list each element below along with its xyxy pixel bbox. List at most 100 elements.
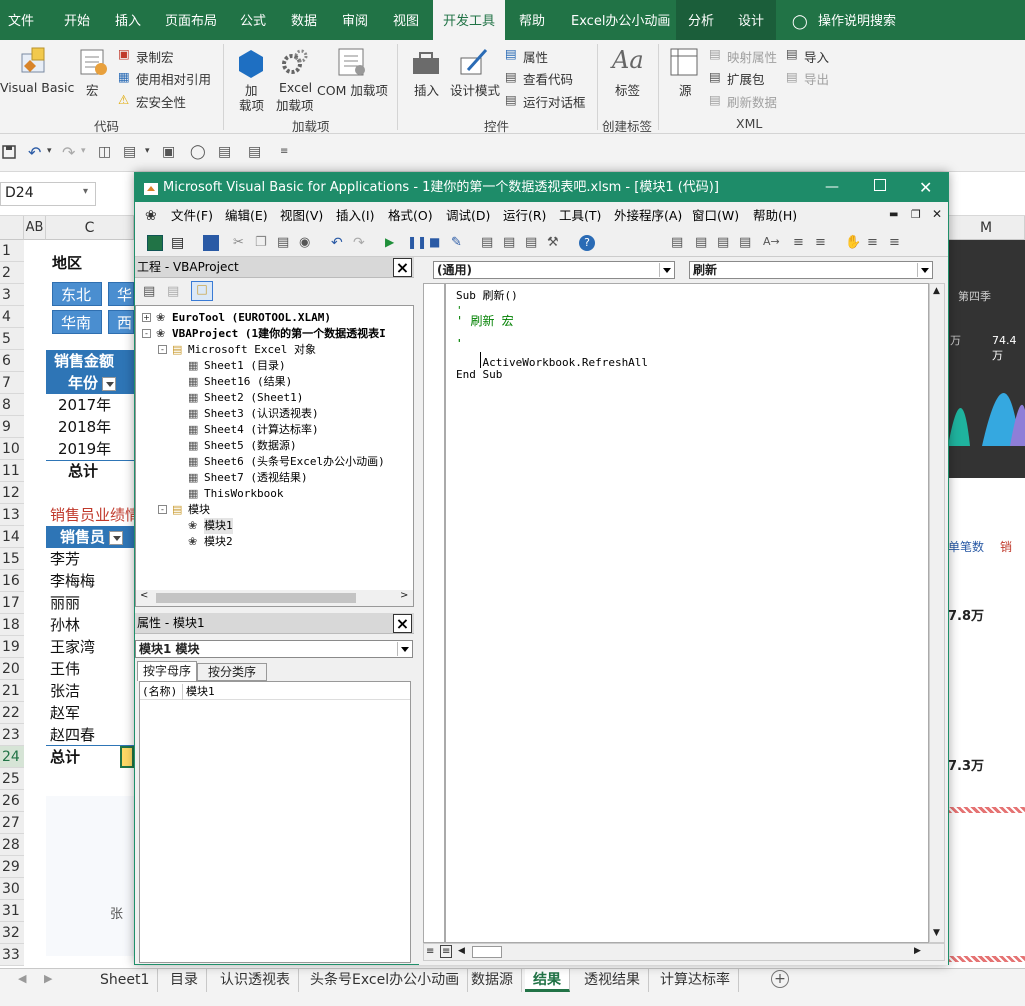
selected-cell[interactable] — [120, 746, 134, 768]
scroll-thumb[interactable] — [472, 946, 502, 958]
tab-file[interactable]: 文件 — [8, 0, 34, 40]
sheet-tab[interactable]: 目录 — [162, 969, 207, 992]
row-header[interactable]: 14 — [0, 526, 24, 548]
tree-item[interactable]: ▦ Sheet7 (透视结果) — [136, 470, 413, 486]
redo-icon[interactable]: ↷ — [353, 235, 369, 251]
row-header[interactable]: 30 — [0, 878, 24, 900]
name-box-dropdown-icon[interactable]: ▾ — [83, 186, 88, 197]
properties-window-icon[interactable]: ▤ — [503, 235, 519, 251]
qat-cmd-icon[interactable]: ▣ — [162, 144, 175, 160]
insert-module-icon[interactable]: ▤ — [171, 235, 187, 251]
chevron-down-icon[interactable] — [397, 642, 411, 656]
menu-item[interactable]: 插入(I) — [336, 202, 374, 230]
run-icon[interactable]: ▶ — [385, 235, 401, 251]
scroll-right-icon[interactable]: > — [400, 590, 408, 601]
tab-formulas[interactable]: 公式 — [240, 0, 266, 40]
procedure-view-icon[interactable]: ≡ — [426, 946, 434, 957]
excel-addins-button-line1[interactable]: Excel — [279, 80, 312, 95]
menu-item[interactable]: 外接程序(A) — [614, 202, 682, 230]
view-excel-icon[interactable] — [147, 235, 163, 251]
close-pane-icon[interactable]: × — [393, 614, 412, 633]
add-sheet-icon[interactable]: + — [771, 970, 789, 988]
menu-item[interactable]: 工具(T) — [559, 202, 601, 230]
mdi-minimize-icon[interactable]: ▬ — [889, 209, 898, 220]
row-header[interactable]: 11 — [0, 460, 24, 482]
project-explorer-icon[interactable]: ▤ — [481, 235, 497, 251]
scroll-thumb[interactable] — [156, 593, 356, 603]
tab-categorized[interactable]: 按分类序 — [197, 663, 267, 681]
collapse-icon[interactable]: - — [158, 505, 167, 514]
row-header[interactable]: 5 — [0, 328, 24, 350]
row-header[interactable]: 33 — [0, 944, 24, 966]
redo-dropdown-icon[interactable]: ▾ — [81, 146, 86, 156]
tab-excel-anim[interactable]: Excel办公小动画 — [571, 0, 670, 40]
tree-item[interactable]: ▦ Sheet2 (Sheet1) — [136, 390, 413, 406]
undo-dropdown-icon[interactable]: ▾ — [47, 146, 52, 156]
import-button[interactable]: 导入 — [804, 47, 829, 66]
sheet-tab[interactable]: 透视结果 — [576, 969, 649, 992]
row-header[interactable]: 21 — [0, 680, 24, 702]
tell-me-search[interactable]: 操作说明搜索 — [818, 0, 896, 40]
indent-icon[interactable]: ≡ — [793, 235, 809, 251]
toggle-folders-icon[interactable]: □ — [191, 281, 213, 301]
properties-object-select[interactable]: 模块1 模块 — [135, 640, 413, 658]
quick-info-icon[interactable]: ▤ — [717, 235, 733, 251]
column-header[interactable]: AB — [24, 216, 46, 240]
property-row[interactable]: (名称) 模块1 — [140, 684, 410, 700]
minimize-icon[interactable]: — — [825, 173, 839, 202]
sheet-tab-active[interactable]: 结果 — [525, 969, 570, 992]
mdi-restore-icon[interactable]: ❐ — [911, 208, 921, 221]
tree-item[interactable]: - ▤ Microsoft Excel 对象 — [136, 342, 413, 358]
qat-circle-icon[interactable]: ◯ — [190, 144, 206, 160]
tab-developer[interactable]: 开发工具 — [433, 0, 505, 40]
row-header[interactable]: 12 — [0, 482, 24, 504]
full-module-view-icon[interactable]: ≡ — [440, 945, 453, 958]
row-header[interactable]: 31 — [0, 900, 24, 922]
tree-item[interactable]: ❀ 模块1 — [136, 518, 413, 534]
tree-item[interactable]: ▦ Sheet5 (数据源) — [136, 438, 413, 454]
filter-dropdown-icon[interactable] — [109, 530, 124, 545]
row-header[interactable]: 19 — [0, 636, 24, 658]
chevron-down-icon[interactable] — [917, 263, 931, 277]
code-editor[interactable]: Sub 刷新() ' ' 刷新 宏 ' ' ActiveWorkbook.Refresh… — [445, 283, 929, 943]
uncomment-block-icon[interactable]: ≡ — [889, 235, 905, 251]
comment-block-icon[interactable]: ≡ — [867, 235, 883, 251]
tab-data[interactable]: 数据 — [291, 0, 317, 40]
tab-analyze[interactable]: 分析 — [676, 0, 726, 40]
toggle-breakpoint-icon[interactable]: ✋ — [845, 235, 861, 251]
seller-filter-header[interactable]: 销售员 — [46, 526, 134, 548]
record-macro-button[interactable]: 录制宏 — [136, 47, 174, 66]
tree-item[interactable]: ▦ Sheet4 (计算达标率) — [136, 422, 413, 438]
row-header[interactable]: 17 — [0, 592, 24, 614]
save-icon[interactable] — [203, 235, 219, 251]
tab-help[interactable]: 帮助 — [519, 0, 545, 40]
row-header[interactable]: 13 — [0, 504, 24, 526]
scroll-right-icon[interactable]: ▶ — [44, 972, 52, 985]
qat-copy-icon[interactable]: ▤ — [248, 144, 261, 160]
slicer-item[interactable]: 华 — [108, 282, 134, 306]
relative-ref-button[interactable]: 使用相对引用 — [136, 69, 211, 88]
reset-icon[interactable]: ■ — [429, 235, 445, 251]
view-object-icon[interactable]: ▤ — [167, 284, 179, 299]
row-header[interactable]: 20 — [0, 658, 24, 680]
name-box[interactable]: D24 ▾ — [0, 182, 96, 206]
menu-item[interactable]: 运行(R) — [503, 202, 546, 230]
break-icon[interactable]: ❚❚ — [407, 235, 427, 251]
row-header[interactable]: 28 — [0, 834, 24, 856]
row-header[interactable]: 27 — [0, 812, 24, 834]
tree-item[interactable]: - ❀ VBAProject (1建你的第一个数据透视表I — [136, 326, 413, 342]
row-header[interactable]: 9 — [0, 416, 24, 438]
view-code-icon[interactable]: ▤ — [143, 284, 155, 299]
scroll-left-icon[interactable]: < — [140, 590, 148, 601]
row-header[interactable]: 32 — [0, 922, 24, 944]
row-header[interactable]: 29 — [0, 856, 24, 878]
filter-dropdown-icon[interactable] — [102, 376, 117, 391]
slicer-item[interactable]: 东北 — [52, 282, 102, 306]
scroll-right-icon[interactable]: ▶ — [914, 946, 921, 956]
refresh-data-button[interactable]: 刷新数据 — [727, 92, 777, 111]
maximize-icon[interactable] — [874, 179, 886, 191]
insert-control-button[interactable]: 插入 — [414, 80, 439, 99]
export-button[interactable]: 导出 — [804, 69, 829, 88]
menu-item[interactable]: 格式(O) — [388, 202, 433, 230]
tree-item[interactable]: ▦ Sheet6 (头条号Excel办公小动画) — [136, 454, 413, 470]
